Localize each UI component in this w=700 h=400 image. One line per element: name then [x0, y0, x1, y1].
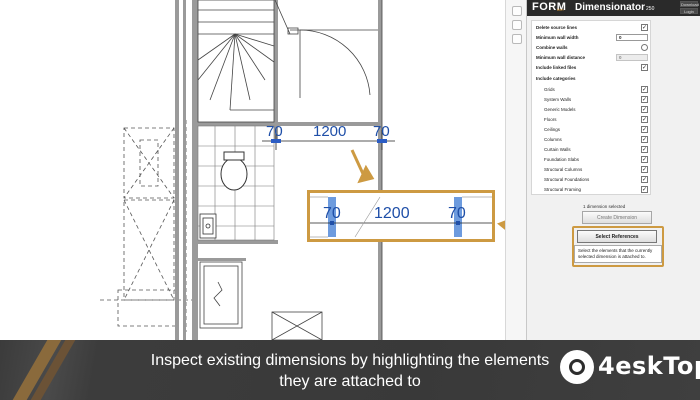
- download-button[interactable]: Download: [680, 1, 699, 7]
- product-name: Dimensionator: [575, 2, 646, 13]
- category-system-walls: System Walls ✓: [544, 95, 648, 104]
- zoom-detail-box: 70 1200 70: [307, 190, 495, 242]
- category-checkbox[interactable]: ✓: [641, 126, 648, 133]
- walls: [175, 0, 382, 340]
- zoom-dimension-label-left: 70: [323, 205, 341, 222]
- toilet: [220, 151, 248, 191]
- category-label: Foundation Slabs: [544, 157, 580, 162]
- option-label: Include linked files: [536, 65, 577, 70]
- watermark-logo-icon: [560, 350, 594, 384]
- category-checkbox[interactable]: ✓: [641, 106, 648, 113]
- category-ceilings: Ceilings ✓: [544, 125, 648, 134]
- zoom-icon[interactable]: [512, 6, 522, 16]
- panel-toolbar-rail: [505, 0, 526, 340]
- dashed-structure: [100, 120, 196, 332]
- selection-status: 1 dimension selected: [583, 204, 626, 209]
- category-label: Structural Foundations: [544, 177, 590, 182]
- zoom-dimension-label-middle: 1200: [374, 205, 410, 222]
- dimension-label-right: 70: [373, 123, 390, 140]
- dimension-label-middle: 1200: [313, 123, 347, 140]
- category-label: System Walls: [544, 97, 572, 102]
- stair: [197, 0, 275, 123]
- door-top: [274, 0, 378, 98]
- product-version: 250: [646, 6, 655, 12]
- category-floors: Floors ✓: [544, 115, 648, 124]
- option-label: Combine walls: [536, 45, 568, 50]
- option-label: Delete source lines: [536, 25, 578, 30]
- category-label: Generic Models: [544, 107, 576, 112]
- category-checkbox[interactable]: ✓: [641, 166, 648, 173]
- category-columns: Columns ✓: [544, 135, 648, 144]
- option-minimum-wall-distance: Minimum wall distance 0: [536, 53, 648, 62]
- category-structural-framing: Structural Framing ✓: [544, 185, 648, 194]
- brand-sub: bim: [557, 7, 564, 12]
- category-structural-foundations: Structural Foundations ✓: [544, 175, 648, 184]
- category-checkbox[interactable]: ✓: [641, 116, 648, 123]
- panel-header: FORM bim Dimensionator250 Download Login: [527, 0, 700, 16]
- option-label: Minimum wall width: [536, 35, 579, 40]
- product-title: Dimensionator250: [575, 2, 654, 13]
- delete-source-lines-checkbox[interactable]: ✓: [641, 24, 648, 31]
- combine-walls-radio[interactable]: [641, 44, 648, 51]
- category-checkbox[interactable]: ✓: [641, 96, 648, 103]
- options-panel: Delete source lines ✓ Minimum wall width…: [531, 20, 651, 195]
- sink: [199, 213, 217, 239]
- cad-canvas[interactable]: 70 1200 70 70 1200 70: [0, 0, 526, 340]
- category-checkbox[interactable]: ✓: [641, 146, 648, 153]
- rotate-icon[interactable]: [512, 34, 522, 44]
- caption-line-1: Inspect existing dimensions by highlight…: [150, 352, 550, 369]
- option-label: Minimum wall distance: [536, 55, 586, 60]
- category-checkbox[interactable]: ✓: [641, 156, 648, 163]
- option-combine-walls: Combine walls: [536, 43, 648, 52]
- caption-bar: [0, 340, 700, 400]
- category-structural-columns: Structural Columns ✓: [544, 165, 648, 174]
- category-grids: Grids ✓: [544, 85, 648, 94]
- dimension-label-left: 70: [266, 123, 283, 140]
- category-label: Curtain Walls: [544, 147, 571, 152]
- watermark-text: 4eskTop: [598, 352, 700, 380]
- pan-icon[interactable]: [512, 20, 522, 30]
- category-checkbox[interactable]: ✓: [641, 176, 648, 183]
- select-references-tooltip: Select the elements that the currently s…: [574, 245, 662, 263]
- category-label: Grids: [544, 87, 555, 92]
- minimum-wall-distance-input[interactable]: 0: [616, 54, 648, 61]
- category-label: Structural Framing: [544, 187, 582, 192]
- category-foundation-slabs: Foundation Slabs ✓: [544, 155, 648, 164]
- option-include-linked-files: Include linked files ✓: [536, 63, 648, 72]
- category-checkbox[interactable]: ✓: [641, 186, 648, 193]
- category-curtain-walls: Curtain Walls ✓: [544, 145, 648, 154]
- include-linked-files-checkbox[interactable]: ✓: [641, 64, 648, 71]
- minimum-wall-width-input[interactable]: 0: [616, 34, 648, 41]
- dimensionator-panel: FORM bim Dimensionator250 Download Login…: [526, 0, 700, 340]
- category-label: Structural Columns: [544, 167, 583, 172]
- category-checkbox[interactable]: ✓: [641, 86, 648, 93]
- option-delete-source-lines: Delete source lines ✓: [536, 23, 648, 32]
- category-label: Ceilings: [544, 127, 561, 132]
- categories-header: Include categories: [536, 76, 576, 81]
- category-label: Columns: [544, 137, 562, 142]
- category-generic-models: Generic Models ✓: [544, 105, 648, 114]
- category-label: Floors: [544, 117, 557, 122]
- category-checkbox[interactable]: ✓: [641, 136, 648, 143]
- caption-line-2: they are attached to: [279, 373, 421, 390]
- select-references-button[interactable]: Select References: [577, 230, 657, 243]
- option-minimum-wall-width: Minimum wall width 0: [536, 33, 648, 42]
- floor-plan-drawing: [100, 0, 526, 340]
- zoom-dimension-label-right: 70: [448, 205, 466, 222]
- create-dimension-button[interactable]: Create Dimension: [582, 211, 652, 224]
- login-button[interactable]: Login: [680, 8, 698, 14]
